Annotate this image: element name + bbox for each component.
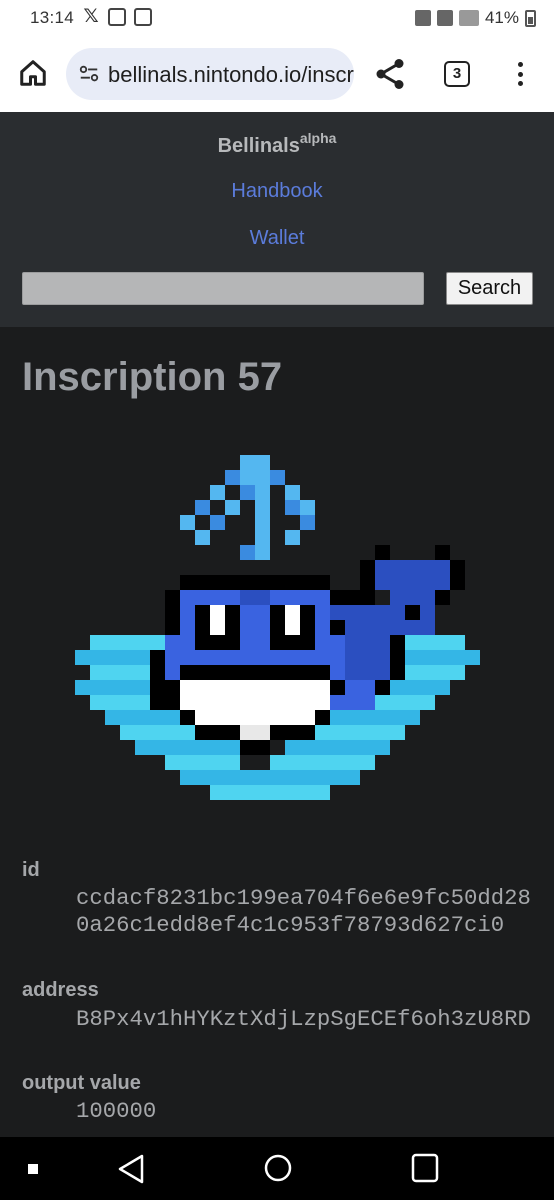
site-settings-icon[interactable] xyxy=(78,63,100,85)
overview-icon[interactable] xyxy=(411,1153,439,1183)
field-id-value: ccdacf8231bc199ea704f6e6e9fc50dd280a26c1… xyxy=(76,885,531,938)
main-content: Inscription 57 id ccdacf8231bc199ea704f6… xyxy=(0,327,554,1137)
url-text: bellinals.nintondo.io/inscription/ccdacf xyxy=(108,62,354,87)
field-address-label: address xyxy=(22,979,99,1001)
status-time: 13:14 xyxy=(30,8,75,27)
search-button[interactable]: Search xyxy=(446,272,533,305)
share-icon[interactable] xyxy=(372,56,408,92)
field-id-label: id xyxy=(22,859,40,881)
recents-icon[interactable] xyxy=(28,1164,38,1174)
notification-icons: 𝕏 xyxy=(82,6,152,27)
home-icon xyxy=(20,60,46,86)
home-button[interactable] xyxy=(14,54,52,92)
tabs-icon[interactable]: 3 xyxy=(444,61,470,87)
system-icons: 41% xyxy=(414,8,536,28)
site-header: Bellinalsalpha Handbook Wallet Search xyxy=(0,112,554,327)
mute-icon xyxy=(414,10,431,26)
battery-percent: 41% xyxy=(484,8,519,27)
activity-icon xyxy=(134,8,152,26)
browser-toolbar: bellinals.nintondo.io/inscription/ccdacf… xyxy=(0,36,554,112)
brand-name: Bellinals xyxy=(217,135,300,157)
address-bar[interactable]: bellinals.nintondo.io/inscription/ccdacf xyxy=(66,48,354,100)
field-output-value-label: output value xyxy=(22,1072,141,1094)
battery-icon xyxy=(525,9,536,27)
field-output-value: 100000 xyxy=(76,1098,157,1124)
nav-handbook-link[interactable]: Handbook xyxy=(0,180,554,203)
system-nav-bar xyxy=(0,1137,554,1200)
brand-logo[interactable]: Bellinalsalpha xyxy=(0,130,554,158)
x-logo-icon: 𝕏 xyxy=(83,6,99,27)
signal-icon xyxy=(458,10,479,26)
image-icon xyxy=(108,8,126,26)
search-input[interactable] xyxy=(22,272,424,305)
5g-icon xyxy=(436,10,453,26)
menu-icon[interactable] xyxy=(510,58,530,90)
nav-wallet-link[interactable]: Wallet xyxy=(0,227,554,250)
inscription-image[interactable] xyxy=(75,455,480,815)
home-icon[interactable] xyxy=(263,1153,293,1183)
status-bar: 13:14 𝕏 41% xyxy=(0,0,554,36)
water-spout xyxy=(180,455,315,560)
page-title: Inscription 57 xyxy=(22,355,283,399)
brand-badge: alpha xyxy=(299,130,337,146)
back-icon[interactable] xyxy=(116,1153,146,1185)
field-address-value[interactable]: B8Px4v1hHYKztXdjLzpSgECEf6oh3zU8RD xyxy=(76,1006,536,1033)
